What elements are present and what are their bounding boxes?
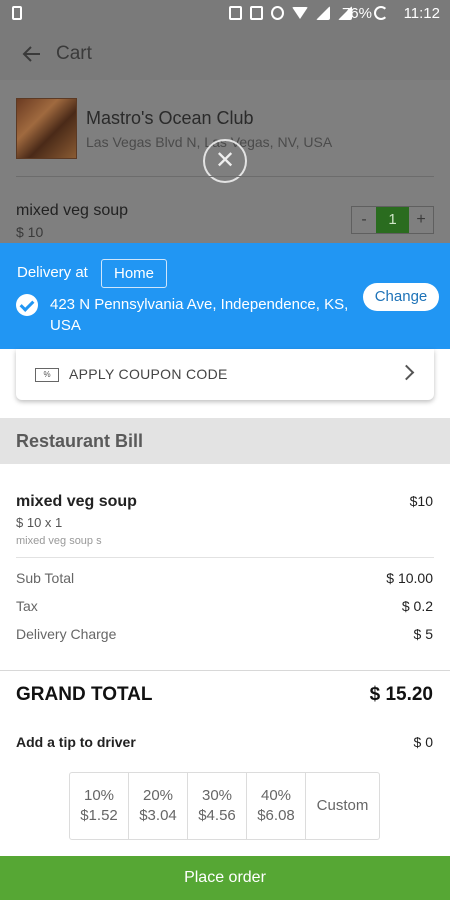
address-type-chip[interactable]: Home: [101, 259, 167, 288]
increase-button[interactable]: +: [409, 207, 433, 233]
tip-percent: 10%: [83, 787, 115, 804]
no-sim-icon: [316, 6, 330, 20]
battery-icon: [374, 6, 388, 20]
page-title: Cart: [56, 43, 92, 64]
tip-option-40[interactable]: 40% $6.08: [247, 773, 306, 839]
delivery-address: 423 N Pennsylvania Ave, Independence, KS…: [50, 296, 349, 334]
tip-option-30[interactable]: 30% $4.56: [188, 773, 247, 839]
tip-custom-label: Custom: [316, 797, 369, 814]
bill-header: Restaurant Bill: [0, 418, 450, 464]
nfc-icon: [250, 6, 263, 20]
tip-amount: $4.56: [198, 807, 236, 824]
tax-label: Tax: [16, 598, 38, 614]
grand-total-label: GRAND TOTAL: [16, 684, 153, 705]
tip-percent: 20%: [142, 787, 174, 804]
tax-value: $ 0.2: [401, 598, 433, 614]
tip-percent: 40%: [260, 787, 292, 804]
coupon-icon: %: [35, 368, 59, 382]
change-address-button[interactable]: Change: [363, 283, 439, 311]
bill-item-name: mixed veg soup: [16, 493, 137, 510]
quantity-stepper: - 1 +: [351, 206, 434, 234]
place-order-button[interactable]: Place order: [0, 856, 450, 900]
delivery-label: Delivery at: [17, 264, 88, 281]
bill-item-description: mixed veg soup s: [16, 535, 102, 547]
back-arrow-icon[interactable]: [22, 44, 42, 64]
chevron-right-icon: [398, 364, 415, 381]
subtotal-value: $ 10.00: [386, 570, 433, 586]
divider: [16, 176, 434, 177]
bill-item-amount: $10: [409, 493, 433, 509]
delivery-banner: Delivery at Home 423 N Pennsylvania Ave,…: [0, 243, 450, 349]
tip-label: Add a tip to driver: [16, 734, 136, 750]
phone-icon: [12, 6, 22, 20]
app-header: Cart: [0, 28, 450, 80]
battery-percent: 76%: [341, 5, 372, 22]
alarm-icon: [271, 6, 284, 20]
restaurant-name: Mastro's Ocean Club: [86, 108, 254, 128]
delivery-charge-value: $ 5: [413, 626, 433, 642]
clock: 11:12: [403, 5, 440, 22]
bill-item-qty: $ 10 x 1: [16, 515, 63, 530]
divider: [0, 670, 450, 671]
vibrate-icon: [229, 6, 242, 20]
tip-option-20[interactable]: 20% $3.04: [129, 773, 188, 839]
tip-amount: $1.52: [80, 807, 118, 824]
bill-title: Restaurant Bill: [16, 431, 144, 451]
tip-value: $ 0: [413, 734, 433, 750]
tip-option-10[interactable]: 10% $1.52: [70, 773, 129, 839]
restaurant-photo: [16, 98, 77, 159]
tip-options: 10% $1.52 20% $3.04 30% $4.56 40% $6.08 …: [69, 772, 380, 840]
apply-coupon-button[interactable]: % APPLY COUPON CODE: [16, 349, 434, 400]
decrease-button[interactable]: -: [352, 207, 376, 233]
cart-item-price: $ 10: [16, 224, 44, 240]
tip-amount: $3.04: [139, 807, 177, 824]
status-icons: [229, 6, 352, 20]
tip-option-custom[interactable]: Custom: [306, 773, 379, 839]
grand-total-value: $ 15.20: [369, 684, 433, 705]
tip-percent: 30%: [201, 787, 233, 804]
wifi-icon: [292, 7, 308, 19]
status-bar: 76% 11:12: [0, 0, 450, 28]
coupon-label: APPLY COUPON CODE: [69, 366, 228, 382]
subtotal-label: Sub Total: [16, 570, 75, 586]
tip-amount: $6.08: [257, 807, 295, 824]
check-circle-icon: [16, 294, 38, 316]
quantity-value: 1: [376, 207, 409, 233]
divider: [16, 557, 434, 558]
cart-item-name: mixed veg soup: [16, 202, 129, 219]
delivery-charge-label: Delivery Charge: [16, 626, 117, 642]
